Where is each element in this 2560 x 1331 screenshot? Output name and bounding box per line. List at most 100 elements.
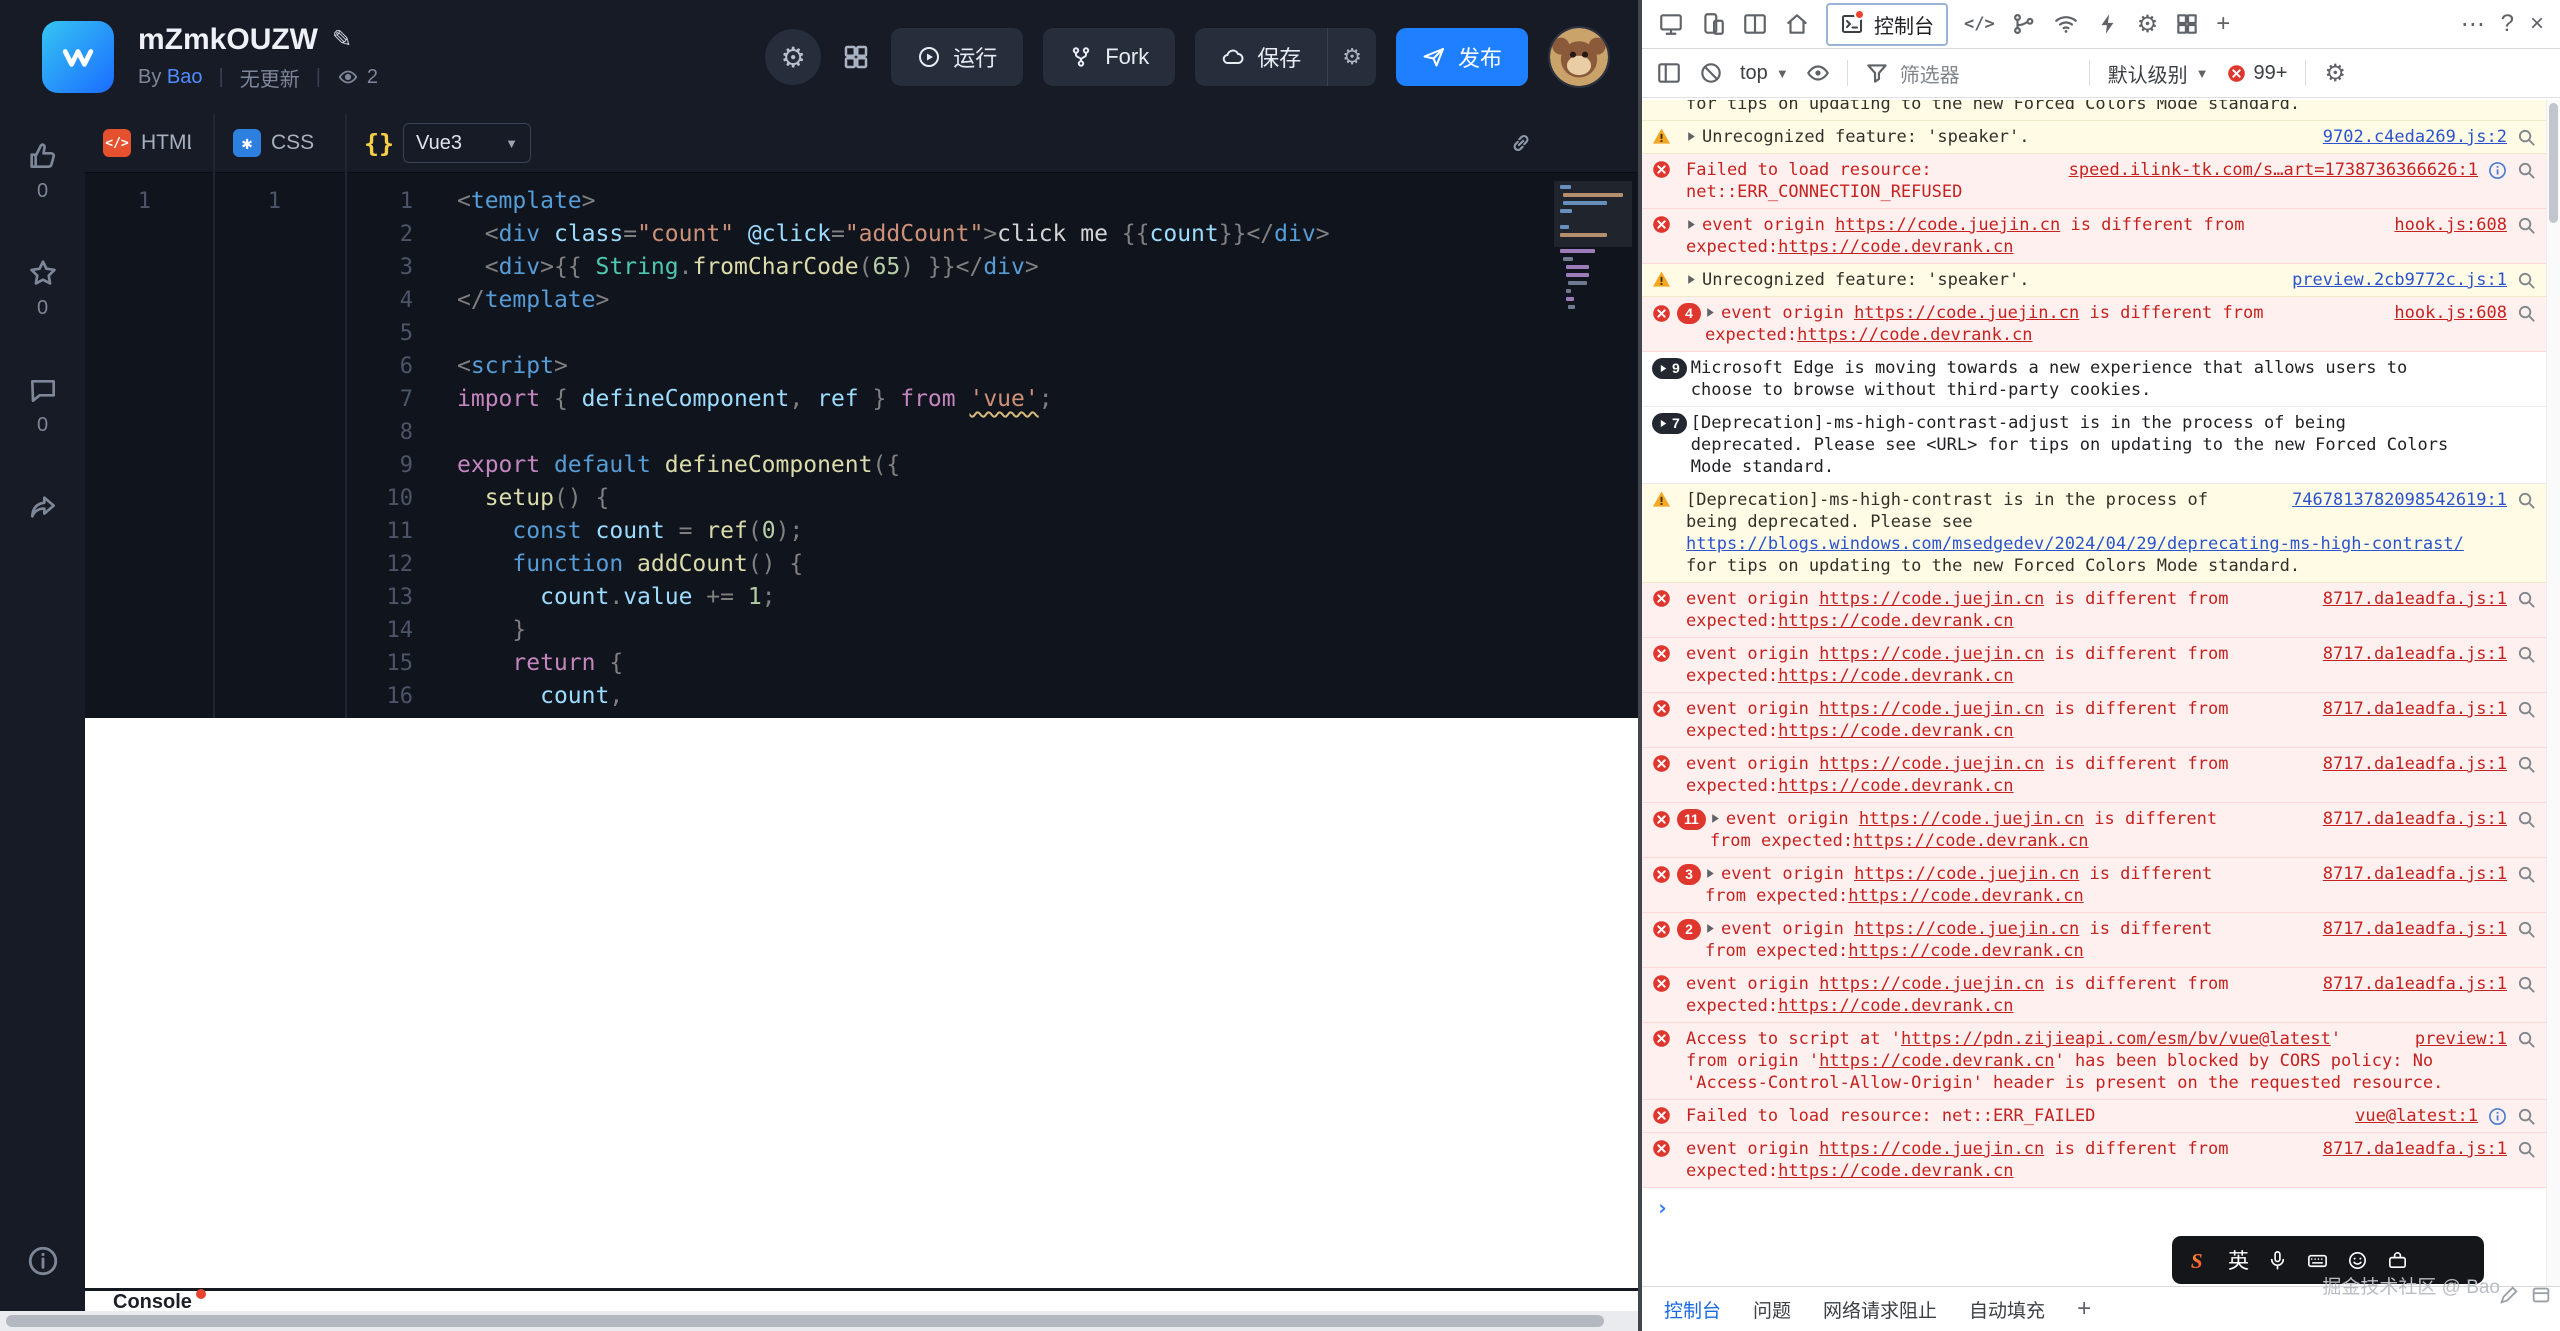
source-link[interactable]: 8717.da1eadfa.js:1: [2323, 643, 2507, 665]
message-link[interactable]: https://code.juejin.cn: [1854, 919, 2079, 939]
settings-gear-icon[interactable]: ⚙: [2137, 10, 2159, 39]
layout-board-icon[interactable]: [2530, 1284, 2552, 1306]
message-link[interactable]: https://code.devrank.cn: [1797, 325, 2032, 345]
source-link[interactable]: vue@latest:1: [2355, 1105, 2478, 1127]
source-link[interactable]: speed.ilink-tk.com/s…art=1738736366626:1: [2069, 159, 2478, 181]
edit-title-icon[interactable]: ✎: [332, 23, 352, 57]
sources-icon[interactable]: </>: [1964, 14, 1995, 34]
tab-console-panel[interactable]: 控制台: [1826, 3, 1948, 46]
source-link[interactable]: hook.js:608: [2394, 302, 2507, 324]
console-message[interactable]: 118717.da1eadfa.js:1event origin https:/…: [1642, 803, 2560, 858]
console-message[interactable]: for tips on updating to the new Forced C…: [1642, 100, 2560, 121]
message-link[interactable]: https://code.juejin.cn: [1854, 303, 2079, 323]
source-link[interactable]: 9702.c4eda269.js:2: [2323, 126, 2507, 148]
console-message[interactable]: speed.ilink-tk.com/s…art=1738736366626:1…: [1642, 154, 2560, 209]
expand-triangle-icon[interactable]: [1686, 127, 1702, 147]
search-similar-icon[interactable]: [2517, 810, 2536, 829]
source-link[interactable]: hook.js:608: [2394, 214, 2507, 236]
message-link[interactable]: https://code.devrank.cn: [1848, 886, 2083, 906]
tab-css[interactable]: ✱ CSS: [215, 114, 345, 173]
message-link[interactable]: https://code.devrank.cn: [1853, 831, 2088, 851]
device-toolbar-icon[interactable]: [1700, 11, 1726, 37]
apps-grid-button[interactable]: [841, 42, 871, 72]
help-icon[interactable]: ?: [2501, 10, 2514, 38]
run-button[interactable]: 运行: [891, 28, 1023, 86]
message-link[interactable]: https://code.juejin.cn: [1819, 589, 2044, 609]
info-icon[interactable]: [2488, 161, 2507, 180]
source-link[interactable]: 8717.da1eadfa.js:1: [2323, 588, 2507, 610]
console-prompt[interactable]: ›: [1642, 1188, 2560, 1228]
drawer-tab-network-blocking[interactable]: 网络请求阻止: [1823, 1296, 1937, 1323]
source-link[interactable]: 8717.da1eadfa.js:1: [2323, 698, 2507, 720]
source-link[interactable]: preview:1: [2415, 1028, 2507, 1050]
save-options-button[interactable]: ⚙: [1327, 28, 1376, 86]
performance-icon[interactable]: [2095, 11, 2121, 37]
console-message[interactable]: 8717.da1eadfa.js:1event origin https://c…: [1642, 748, 2560, 803]
console-message[interactable]: 8717.da1eadfa.js:1event origin https://c…: [1642, 1133, 2560, 1188]
add-drawer-tab-icon[interactable]: +: [2077, 1295, 2091, 1323]
search-similar-icon[interactable]: [2517, 1107, 2536, 1126]
add-panel-icon[interactable]: +: [2216, 10, 2230, 38]
console-message[interactable]: 9702.c4eda269.js:2Unrecognized feature: …: [1642, 121, 2560, 154]
console-message[interactable]: 7[Deprecation]-ms-high-contrast-adjust i…: [1642, 407, 2560, 484]
expand-triangle-icon[interactable]: [1705, 864, 1721, 884]
more-options-icon[interactable]: ⋯: [2461, 10, 2485, 39]
console-settings-icon[interactable]: ⚙: [2324, 59, 2346, 88]
message-link[interactable]: https://code.juejin.cn: [1819, 754, 2044, 774]
console-message[interactable]: 4hook.js:608event origin https://code.ju…: [1642, 297, 2560, 352]
context-selector[interactable]: top ▼: [1740, 62, 1789, 85]
emoji-icon[interactable]: [2346, 1249, 2369, 1272]
playground-console-header[interactable]: Console: [85, 1288, 1638, 1311]
clear-console-icon[interactable]: [1698, 60, 1724, 86]
info-icon[interactable]: [2488, 1107, 2507, 1126]
drawer-tab-issues[interactable]: 问题: [1753, 1296, 1791, 1323]
search-similar-icon[interactable]: [2517, 271, 2536, 290]
like-widget[interactable]: 0: [27, 140, 59, 203]
keyboard-icon[interactable]: [2306, 1249, 2329, 1272]
message-link[interactable]: https://code.juejin.cn: [1819, 699, 2044, 719]
console-message[interactable]: 8717.da1eadfa.js:1event origin https://c…: [1642, 583, 2560, 638]
search-similar-icon[interactable]: [2517, 590, 2536, 609]
search-similar-icon[interactable]: [2517, 128, 2536, 147]
message-link[interactable]: https://code.devrank.cn: [1778, 721, 2013, 741]
search-similar-icon[interactable]: [2517, 865, 2536, 884]
error-counter[interactable]: 99+: [2227, 62, 2288, 85]
message-link[interactable]: https://code.devrank.cn: [1778, 996, 2013, 1016]
console-message[interactable]: 8717.da1eadfa.js:1event origin https://c…: [1642, 693, 2560, 748]
search-similar-icon[interactable]: [2517, 920, 2536, 939]
search-similar-icon[interactable]: [2517, 975, 2536, 994]
source-link[interactable]: preview.2cb9772c.js:1: [2292, 269, 2507, 291]
message-link[interactable]: https://code.devrank.cn: [1778, 1161, 2013, 1181]
inspect-icon[interactable]: [1658, 11, 1684, 37]
source-link[interactable]: 8717.da1eadfa.js:1: [2323, 918, 2507, 940]
js-code[interactable]: <template> <div class="count" @click="ad…: [427, 173, 1638, 718]
search-similar-icon[interactable]: [2517, 645, 2536, 664]
author-link[interactable]: Bao: [167, 66, 203, 88]
message-link[interactable]: https://code.devrank.cn: [1778, 611, 2013, 631]
console-sidebar-icon[interactable]: [1656, 60, 1682, 86]
console-message[interactable]: preview.2cb9772c.js:1Unrecognized featur…: [1642, 264, 2560, 297]
message-link[interactable]: https://code.juejin.cn: [1819, 644, 2044, 664]
message-link[interactable]: https://code.juejin.cn: [1819, 974, 2044, 994]
console-message[interactable]: vue@latest:1Failed to load resource: net…: [1642, 1100, 2560, 1133]
message-link[interactable]: https://pdn.zijieapi.com/esm/bv/vue@late…: [1901, 1029, 2331, 1049]
message-link[interactable]: https://code.juejin.cn: [1835, 215, 2060, 235]
message-link[interactable]: https://code.juejin.cn: [1854, 864, 2079, 884]
expand-triangle-icon[interactable]: [1705, 303, 1721, 323]
ime-language-indicator[interactable]: 英: [2228, 1245, 2249, 1275]
filter-input[interactable]: 筛选器: [1864, 59, 1960, 88]
js-language-select[interactable]: Vue3 ▼: [403, 123, 531, 163]
console-message[interactable]: 28717.da1eadfa.js:1event origin https://…: [1642, 913, 2560, 968]
message-link[interactable]: https://code.devrank.cn: [1848, 941, 2083, 961]
expand-triangle-icon[interactable]: [1705, 919, 1721, 939]
comment-widget[interactable]: 0: [27, 374, 59, 437]
console-message[interactable]: 38717.da1eadfa.js:1event origin https://…: [1642, 858, 2560, 913]
juejin-code-logo-icon[interactable]: [42, 21, 114, 93]
message-link[interactable]: https://code.juejin.cn: [1859, 809, 2084, 829]
live-expression-eye-icon[interactable]: [1805, 60, 1831, 86]
search-similar-icon[interactable]: [2517, 700, 2536, 719]
close-devtools-icon[interactable]: ×: [2530, 10, 2544, 38]
search-similar-icon[interactable]: [2517, 161, 2536, 180]
branch-icon[interactable]: [2011, 11, 2037, 37]
tab-html[interactable]: </> HTML: [85, 114, 213, 173]
